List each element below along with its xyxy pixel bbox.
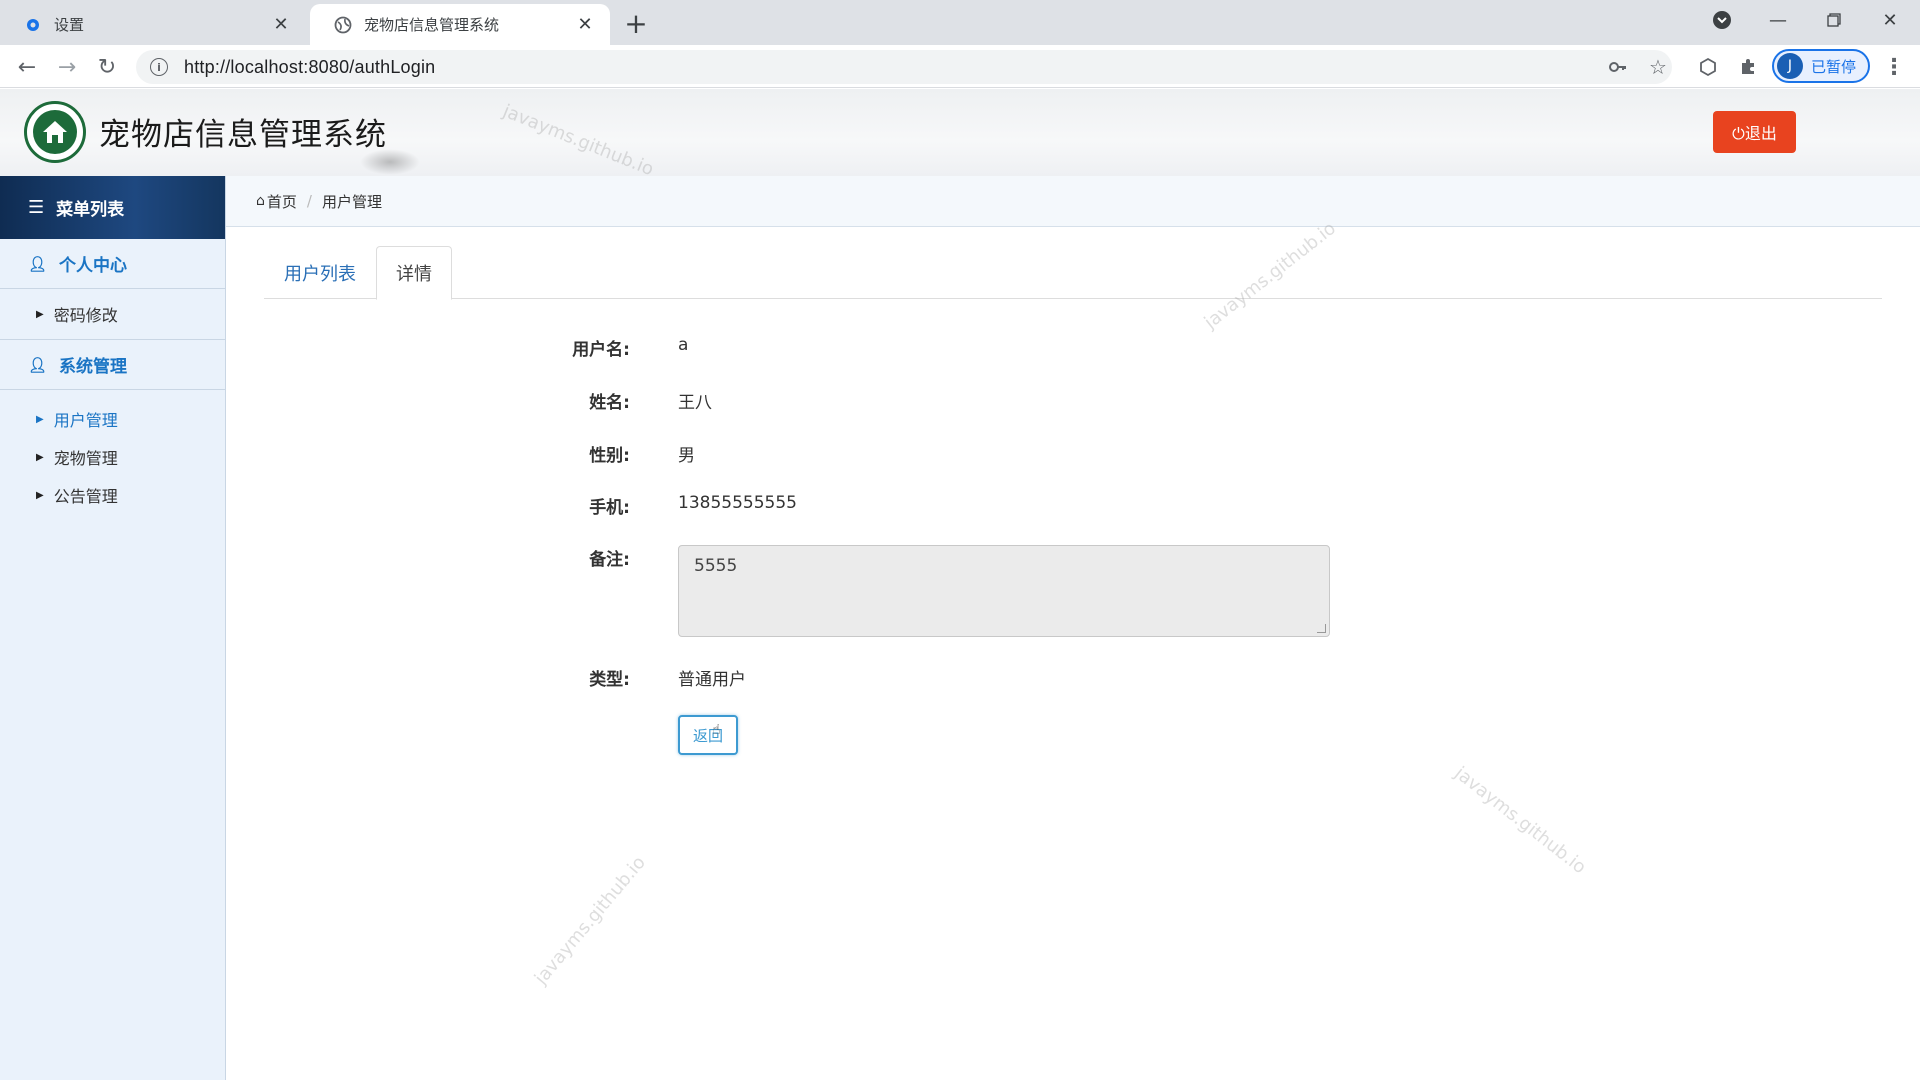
group-title: 个人中心: [59, 256, 128, 276]
menu-header: ☰ 菜单列表: [0, 176, 225, 239]
sidebar: ☰ 菜单列表 👤︎ 个人中心 ▶ 密码修改 👤︎ 系统管理 ▶ 用户管理 ▶ 宠…: [0, 176, 226, 1080]
logout-button[interactable]: ⏻退出: [1713, 111, 1796, 153]
app-title: 宠物店信息管理系统: [99, 117, 387, 153]
forward-arrow-icon[interactable]: →: [52, 52, 82, 82]
house-icon: [33, 110, 77, 154]
sidebar-item-label: 宠物管理: [53, 449, 118, 468]
sidebar-group-system-items: ▶ 用户管理 ▶ 宠物管理 ▶ 公告管理: [0, 390, 225, 520]
url-text[interactable]: http://localhost:8080/authLogin: [184, 57, 435, 78]
field-label: 性别:: [589, 446, 630, 466]
new-tab-button[interactable]: +: [620, 7, 652, 40]
gear-icon: [24, 16, 42, 34]
field-label: 用户名:: [572, 340, 630, 360]
reload-icon[interactable]: ↻: [92, 52, 122, 82]
field-value: 13855555555: [678, 493, 797, 513]
close-icon[interactable]: ✕: [574, 14, 596, 36]
menu-title: 菜单列表: [56, 200, 125, 220]
avatar: J: [1777, 53, 1803, 79]
minimize-icon[interactable]: —: [1750, 0, 1806, 40]
watermark: javayms.github.io: [1450, 762, 1590, 879]
caret-right-icon: ▶: [36, 489, 44, 501]
more-menu-icon[interactable]: ⋮: [1880, 53, 1908, 81]
browser-tab-settings[interactable]: 设置 ✕: [0, 4, 306, 45]
tab-search-button[interactable]: [1694, 0, 1750, 40]
field-name: 姓名: 王八: [520, 388, 712, 413]
sidebar-item-notices[interactable]: ▶ 公告管理: [0, 476, 225, 514]
caret-right-icon: ▶: [36, 451, 44, 463]
sidebar-item-label: 密码修改: [53, 306, 118, 325]
field-value: a: [678, 335, 689, 355]
field-remark: 备注: 5555: [520, 545, 1330, 637]
restore-icon[interactable]: [1806, 0, 1862, 40]
remark-textarea[interactable]: 5555: [678, 545, 1330, 637]
sidebar-item-pets[interactable]: ▶ 宠物管理: [0, 438, 225, 476]
back-arrow-icon[interactable]: ←: [12, 52, 42, 82]
key-icon[interactable]: [1604, 53, 1632, 81]
hand-cursor-icon: ☝: [712, 722, 721, 738]
home-icon: ⌂: [256, 193, 265, 209]
profile-button[interactable]: J 已暂停: [1772, 49, 1870, 83]
app-header: 宠物店信息管理系统 ⏻退出: [0, 89, 1920, 176]
logo: [24, 101, 86, 163]
puzzle-icon[interactable]: [1734, 53, 1762, 81]
star-icon[interactable]: ☆: [1644, 53, 1672, 81]
field-gender: 性别: 男: [520, 441, 695, 466]
address-bar[interactable]: i http://localhost:8080/authLogin: [136, 50, 1672, 84]
tab-detail[interactable]: 详情: [376, 246, 452, 300]
breadcrumb: ⌂ 首页 / 用户管理: [226, 176, 1920, 227]
field-username: 用户名: a: [520, 335, 688, 360]
browser-tab-app[interactable]: 宠物店信息管理系统 ✕: [310, 4, 610, 45]
list-icon: ☰: [28, 197, 45, 218]
field-value: 男: [678, 446, 695, 466]
sidebar-item-users[interactable]: ▶ 用户管理: [0, 400, 225, 438]
globe-icon: [334, 16, 352, 34]
close-icon[interactable]: ✕: [270, 14, 292, 36]
profile-status: 已暂停: [1811, 57, 1857, 76]
window-close-icon[interactable]: ✕: [1862, 0, 1918, 40]
info-icon[interactable]: i: [150, 58, 168, 76]
breadcrumb-current: 用户管理: [321, 192, 382, 211]
browser-tab-strip: 设置 ✕ 宠物店信息管理系统 ✕ + — ✕: [0, 0, 1920, 45]
field-value: 王八: [678, 393, 712, 413]
tab-title: 宠物店信息管理系统: [364, 16, 500, 34]
caret-right-icon: ▶: [36, 413, 44, 425]
sidebar-group-personal-items: ▶ 密码修改: [0, 289, 225, 340]
field-type: 类型: 普通用户: [520, 665, 746, 690]
resize-handle-icon[interactable]: [1317, 624, 1326, 633]
field-label: 备注:: [589, 550, 630, 570]
field-value: 普通用户: [678, 670, 746, 690]
field-phone: 手机: 13855555555: [520, 493, 797, 518]
user-icon: 👤︎: [28, 254, 48, 273]
back-button[interactable]: 返回: [678, 715, 738, 755]
field-label: 手机:: [589, 498, 630, 518]
remark-text: 5555: [694, 556, 738, 576]
content-tabs: 用户列表 详情: [264, 246, 1882, 300]
tab-user-list[interactable]: 用户列表: [264, 246, 376, 299]
user-icon: 👤︎: [28, 355, 48, 374]
browser-toolbar: ← → ↻ i http://localhost:8080/authLogin …: [0, 45, 1920, 88]
sidebar-group-personal[interactable]: 👤︎ 个人中心: [0, 239, 225, 289]
field-label: 类型:: [589, 670, 630, 690]
field-label: 姓名:: [589, 393, 630, 413]
sidebar-group-system[interactable]: 👤︎ 系统管理: [0, 340, 225, 390]
caret-right-icon: ▶: [36, 308, 44, 320]
tab-title: 设置: [54, 16, 85, 34]
watermark: javayms.github.io: [530, 852, 650, 989]
breadcrumb-separator: /: [306, 192, 312, 210]
sidebar-item-password[interactable]: ▶ 密码修改: [0, 295, 225, 333]
sidebar-item-label: 公告管理: [53, 487, 118, 506]
sidebar-item-label: 用户管理: [53, 411, 118, 430]
extension-hex-icon[interactable]: [1694, 53, 1722, 81]
breadcrumb-home[interactable]: 首页: [267, 191, 297, 212]
group-title: 系统管理: [59, 357, 128, 377]
